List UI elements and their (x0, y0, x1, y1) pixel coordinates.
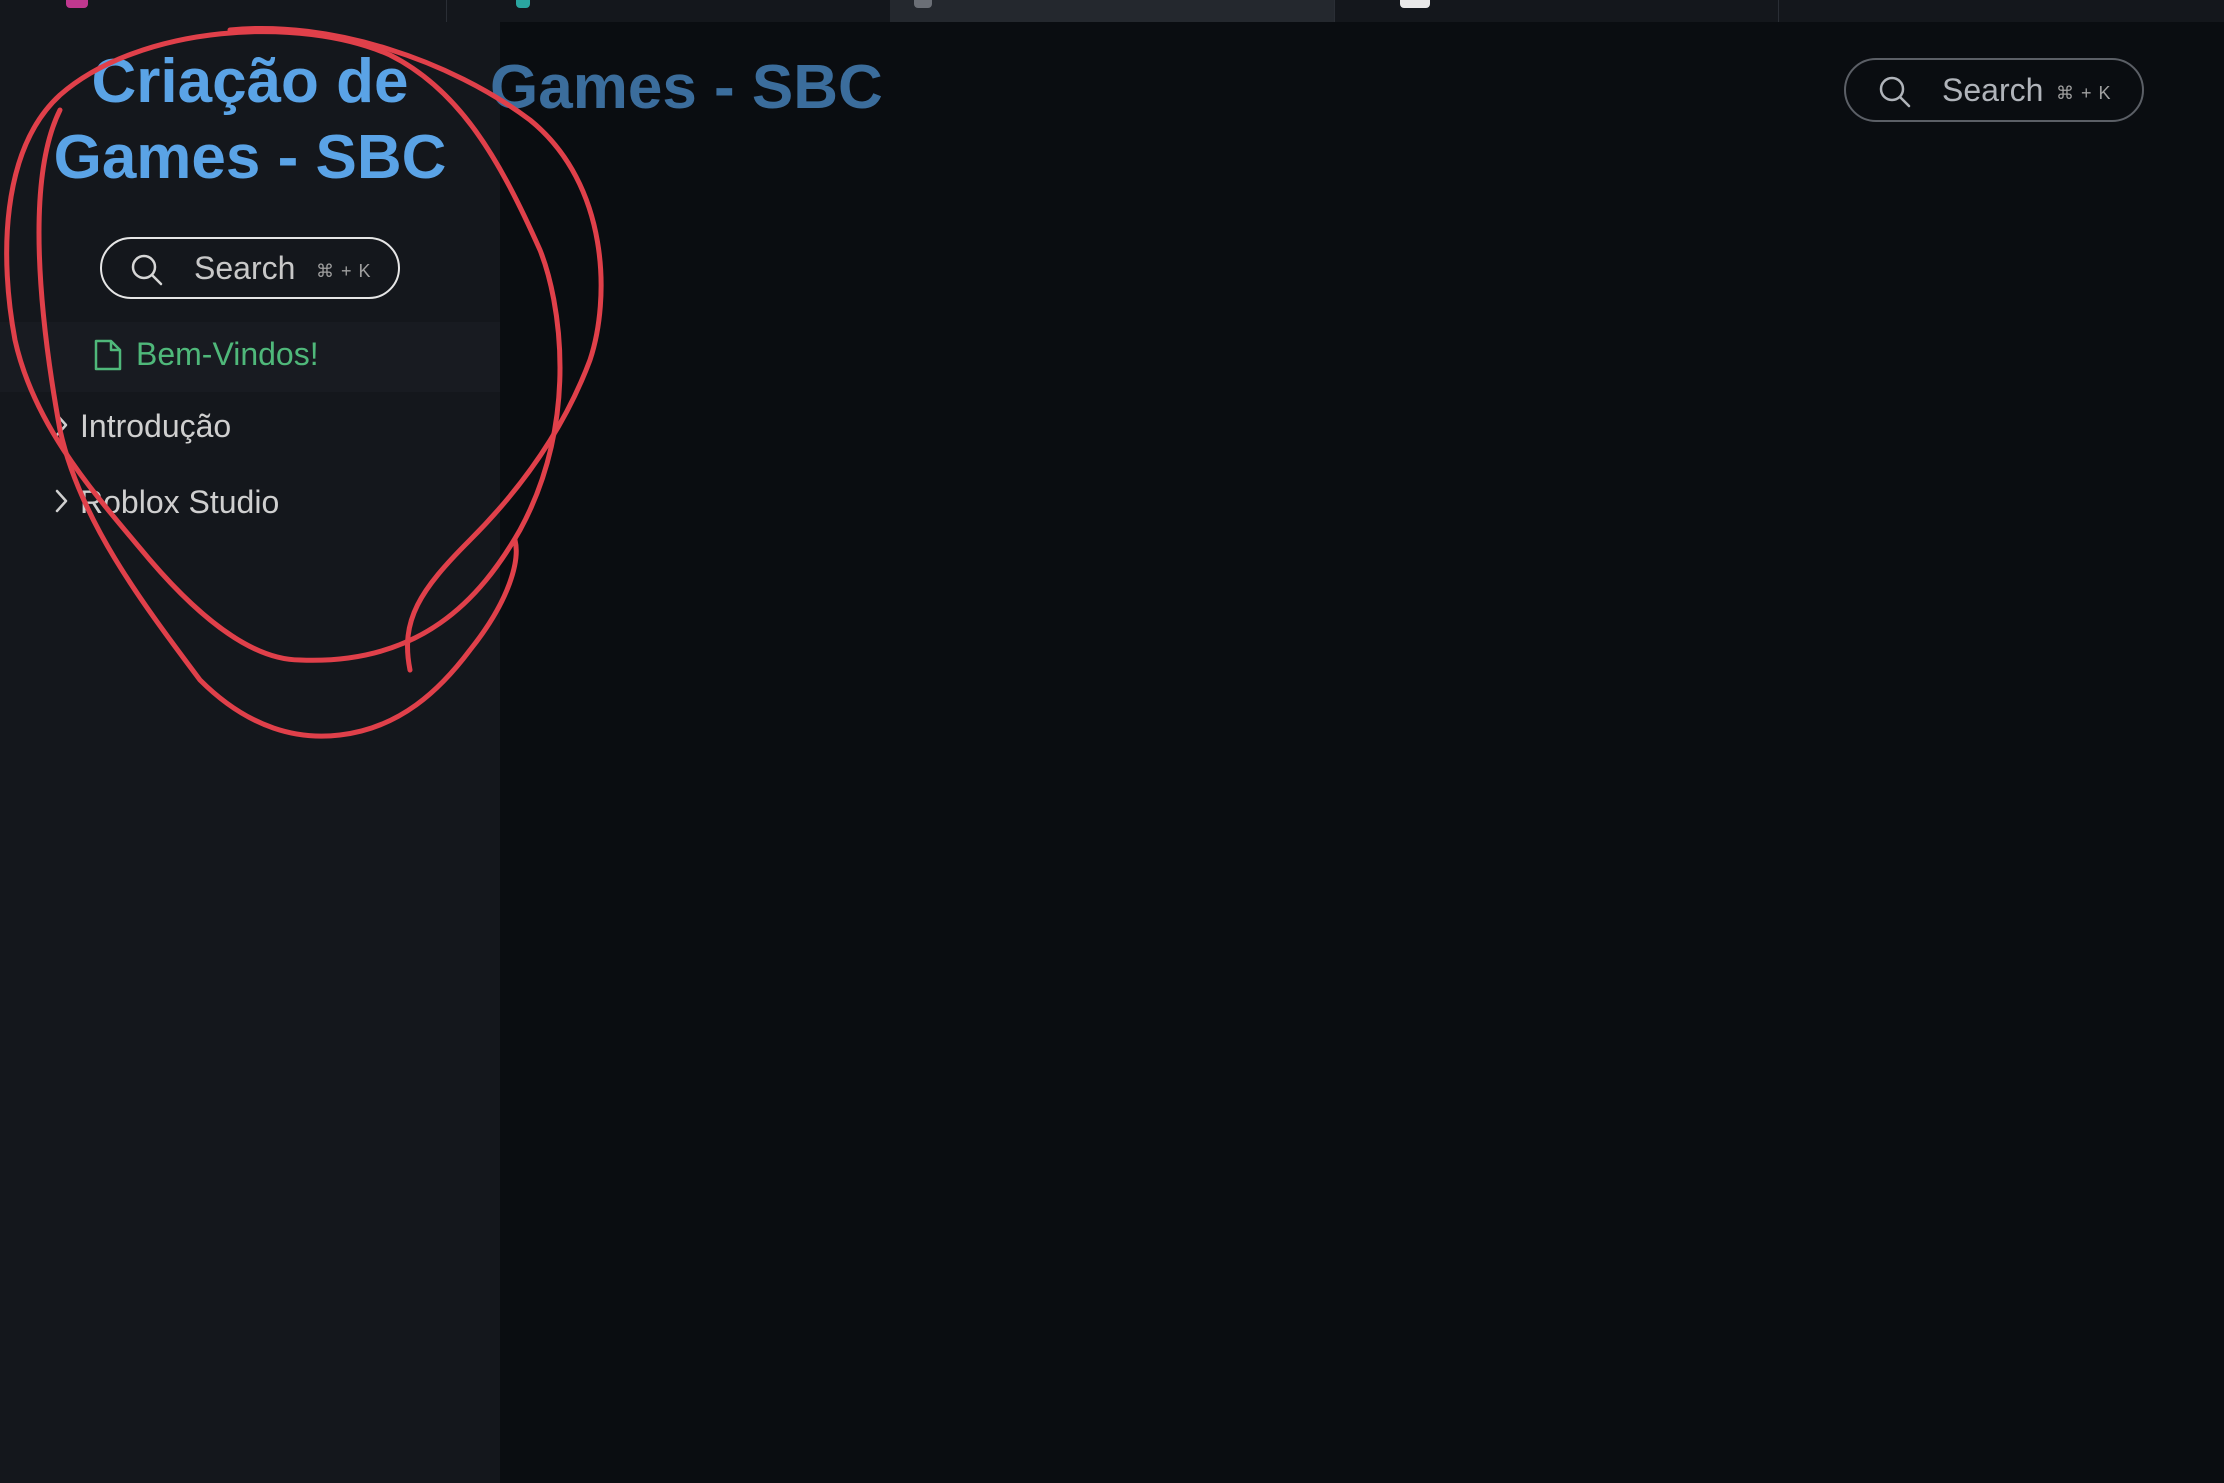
site-title[interactable]: Criação de Games - SBC (0, 44, 500, 196)
page-title: Games - SBC (490, 53, 883, 122)
chevron-right-icon (55, 413, 68, 437)
search-icon (1879, 76, 1911, 108)
search-shortcut: ⌘ + K (2056, 83, 2112, 103)
browser-tab[interactable] (1778, 0, 2224, 22)
tab-favicon-icon (516, 0, 530, 8)
browser-tab[interactable] (1334, 0, 1779, 22)
sidebar: Criação de Games - SBC Search ⌘ + K Bem-… (0, 22, 500, 1483)
search-shortcut: ⌘ + K (316, 261, 372, 281)
browser-tab-active[interactable] (890, 0, 1335, 22)
search-label: Search (1942, 72, 2044, 108)
search-label: Search (194, 250, 296, 286)
tab-favicon-icon (914, 0, 932, 8)
tab-favicon-icon (1400, 0, 1430, 8)
sidebar-item-label: Introdução (80, 408, 232, 444)
site-title-line: Criação de (91, 47, 409, 116)
site-title-line: Games - SBC (53, 123, 447, 192)
sidebar-item-label: Roblox Studio (80, 484, 280, 520)
header-search-button[interactable]: Search ⌘ + K (1844, 58, 2144, 122)
tab-favicon-icon (66, 0, 88, 8)
browser-tab[interactable] (0, 0, 447, 22)
browser-tab-strip (0, 0, 2224, 22)
search-icon (131, 254, 163, 286)
browser-tab[interactable] (446, 0, 891, 22)
page-icon (94, 339, 122, 371)
sidebar-item-label: Bem-Vindos! (136, 336, 319, 372)
sidebar-search-button[interactable]: Search ⌘ + K (100, 237, 400, 299)
chevron-right-icon (55, 489, 68, 513)
